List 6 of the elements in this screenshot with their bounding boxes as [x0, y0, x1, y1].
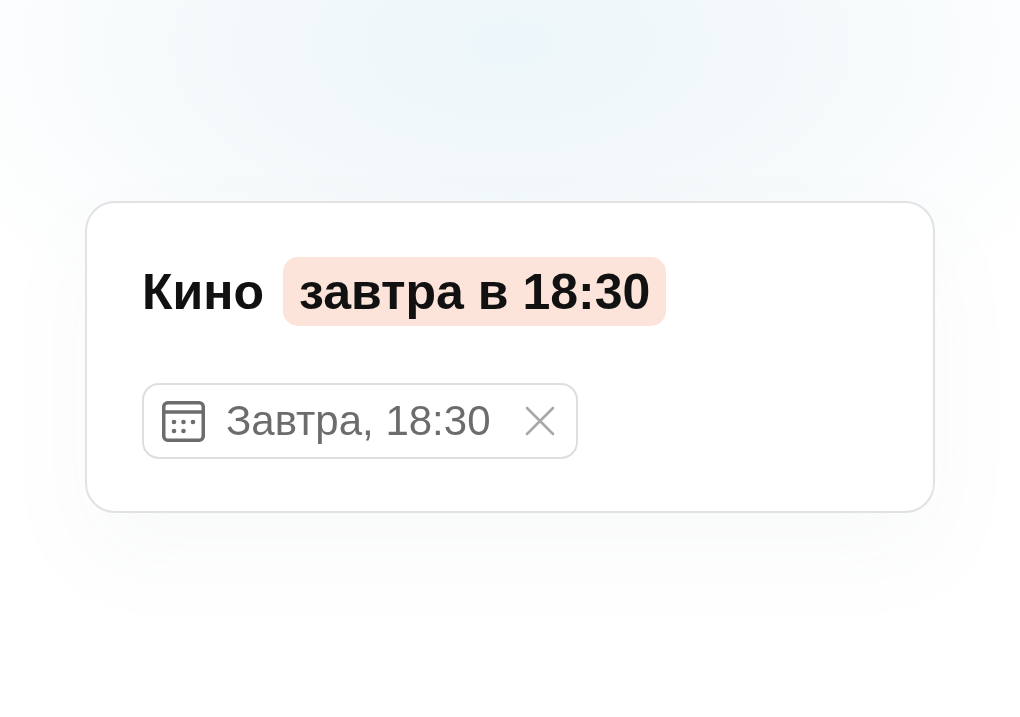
date-chip[interactable]: Завтра, 18:30 — [142, 383, 578, 459]
calendar-icon — [162, 400, 205, 442]
close-icon[interactable] — [524, 406, 555, 436]
task-title: Кино — [142, 266, 264, 317]
date-label: Завтра, 18:30 — [226, 400, 491, 442]
date-highlight: завтра в 18:30 — [283, 257, 667, 326]
